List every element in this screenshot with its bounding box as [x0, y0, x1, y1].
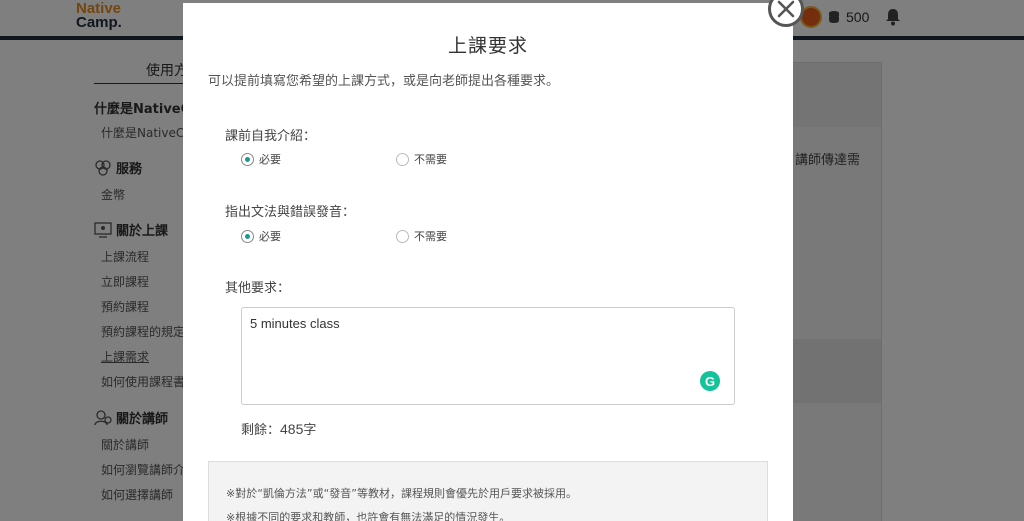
self-intro-not-required-radio[interactable]: 不需要 — [396, 151, 447, 167]
other-requests-textarea[interactable]: 5 minutes class G — [241, 307, 735, 405]
self-intro-required-radio[interactable]: 必要 — [241, 151, 281, 167]
lesson-request-modal: 上課要求 可以提前填寫您希望的上課方式，或是向老師提出各種要求。 課前自我介紹：… — [183, 3, 793, 521]
modal-title: 上課要求 — [447, 35, 528, 57]
grammar-correction-required-radio[interactable]: 必要 — [241, 228, 281, 244]
close-icon — [777, 0, 795, 18]
grammar-correction-label: 指出文法與錯誤發音： — [225, 205, 356, 220]
other-requests-value[interactable]: 5 minutes class — [250, 316, 340, 331]
note-line: ※根據不同的要求和教師，也許會有無法滿足的情況發生。 — [226, 511, 511, 521]
self-intro-label: 課前自我介紹： — [225, 129, 317, 144]
radio-selected-icon[interactable] — [241, 229, 254, 243]
remaining-characters: 剩餘：485字 — [241, 421, 317, 438]
grammar-correction-not-required-radio[interactable]: 不需要 — [396, 228, 447, 244]
radio-unselected-icon[interactable] — [396, 229, 409, 243]
radio-unselected-icon[interactable] — [396, 152, 409, 166]
modal-description: 可以提前填寫您希望的上課方式，或是向老師提出各種要求。 — [208, 74, 560, 89]
note-line: ※對於“凱倫方法”或“發音”等教材，課程規則會優先於用戶要求被採用。 — [226, 487, 578, 500]
radio-selected-icon[interactable] — [241, 152, 254, 166]
notes-box: ※對於“凱倫方法”或“發音”等教材，課程規則會優先於用戶要求被採用。 ※根據不同… — [208, 461, 768, 521]
grammarly-icon[interactable]: G — [700, 371, 720, 391]
other-requests-label: 其他要求： — [225, 281, 291, 296]
remaining-count: 485 — [280, 421, 304, 437]
